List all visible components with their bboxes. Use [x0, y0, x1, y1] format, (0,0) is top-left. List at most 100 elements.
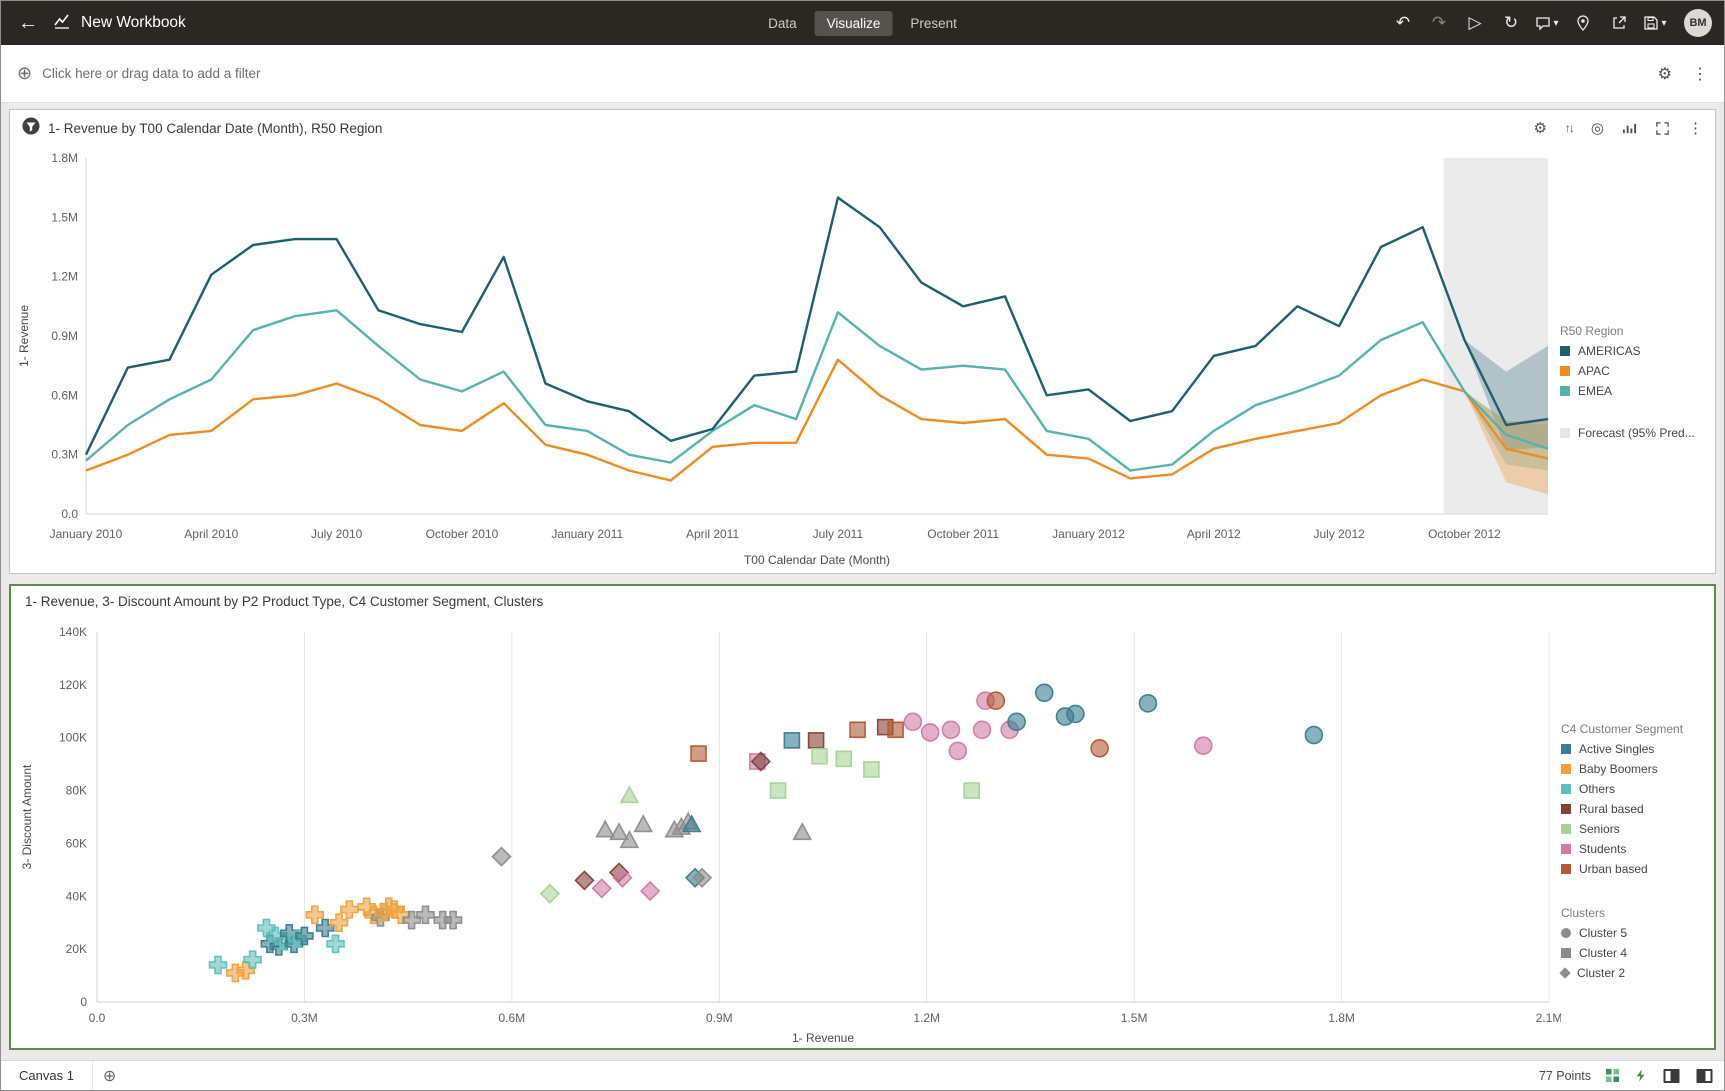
- line-series-apac[interactable]: [86, 360, 1548, 481]
- open-in-new-icon[interactable]: [1604, 15, 1634, 31]
- scatter-point-square[interactable]: [784, 732, 799, 747]
- scatter-point-circle[interactable]: [1067, 705, 1084, 722]
- toggle-right-panel-icon[interactable]: [1695, 1067, 1714, 1085]
- scatter-point-triangle[interactable]: [635, 815, 652, 831]
- pin-icon[interactable]: [1568, 15, 1598, 31]
- scatter-point-plus[interactable]: [306, 906, 323, 923]
- scatter-point-circle[interactable]: [1139, 694, 1156, 711]
- legend-item[interactable]: AMERICAS: [1560, 344, 1704, 358]
- line-chart[interactable]: 0.00.3M0.6M0.9M1.2M1.5M1.8MJanuary 2010A…: [10, 146, 1560, 570]
- legend-item[interactable]: Cluster 4: [1561, 946, 1705, 960]
- viz1-sort-icon[interactable]: ↑↓: [1565, 121, 1573, 135]
- redo-icon[interactable]: ↷: [1424, 13, 1454, 33]
- legend-item[interactable]: Rural based: [1561, 802, 1705, 816]
- svg-text:1.8M: 1.8M: [51, 151, 78, 165]
- scatter-point-square[interactable]: [864, 761, 879, 776]
- legend-item[interactable]: Students: [1561, 842, 1705, 856]
- scatter-point-diamond[interactable]: [593, 879, 611, 897]
- user-avatar[interactable]: BM: [1684, 9, 1712, 37]
- svg-text:1.5M: 1.5M: [51, 210, 78, 224]
- canvas-grid-icon[interactable]: [1605, 1068, 1620, 1083]
- legend-item[interactable]: Cluster 5: [1561, 926, 1705, 940]
- svg-text:January 2011: January 2011: [551, 527, 623, 541]
- viz-line-chart[interactable]: 1- Revenue by T00 Calendar Date (Month),…: [9, 109, 1716, 574]
- scatter-point-diamond[interactable]: [641, 882, 659, 900]
- legend-item[interactable]: Active Singles: [1561, 742, 1705, 756]
- preview-icon[interactable]: ▷: [1460, 13, 1490, 33]
- viz1-maximize-icon[interactable]: [1655, 121, 1670, 136]
- scatter-point-diamond[interactable]: [541, 884, 559, 902]
- refresh-data-icon[interactable]: ↻: [1496, 13, 1526, 33]
- comments-dropdown-icon[interactable]: ▾: [1532, 15, 1562, 31]
- scatter-point-circle[interactable]: [949, 742, 966, 759]
- scatter-point-square[interactable]: [964, 783, 979, 798]
- line-series-emea[interactable]: [86, 310, 1548, 470]
- filter-settings-icon[interactable]: ⚙: [1658, 64, 1672, 84]
- scatter-point-plus[interactable]: [445, 911, 462, 928]
- scatter-point-triangle[interactable]: [794, 823, 811, 839]
- toggle-left-panel-icon[interactable]: [1662, 1067, 1681, 1085]
- scatter-point-square[interactable]: [850, 722, 865, 737]
- scatter-point-circle[interactable]: [1036, 684, 1053, 701]
- viz1-target-icon[interactable]: ◎: [1591, 119, 1604, 137]
- filter-bar-menu-icon[interactable]: ⋮: [1692, 64, 1708, 84]
- scatter-point-circle[interactable]: [1008, 713, 1025, 730]
- legend-swatch-square: [1561, 764, 1571, 774]
- scatter-point-plus[interactable]: [341, 901, 358, 918]
- line-chart-legend: R50 RegionAMERICASAPACEMEAForecast (95% …: [1560, 146, 1710, 573]
- scatter-point-square[interactable]: [812, 748, 827, 763]
- scatter-point-circle[interactable]: [974, 721, 991, 738]
- viz1-menu-icon[interactable]: ⋮: [1688, 119, 1703, 137]
- scatter-point-circle[interactable]: [922, 723, 939, 740]
- svg-text:3- Discount Amount: 3- Discount Amount: [20, 763, 34, 868]
- scatter-point-plus[interactable]: [327, 935, 344, 952]
- scatter-point-circle[interactable]: [1305, 726, 1322, 743]
- scatter-point-square[interactable]: [836, 751, 851, 766]
- add-filter-icon[interactable]: ⊕: [17, 63, 32, 84]
- undo-icon[interactable]: ↶: [1388, 13, 1418, 33]
- scatter-chart[interactable]: 0.00.3M0.6M0.9M1.2M1.5M1.8M2.1M020K40K60…: [11, 618, 1561, 1044]
- tab-data[interactable]: Data: [756, 11, 809, 36]
- scatter-point-plus[interactable]: [210, 956, 227, 973]
- filter-prompt[interactable]: Click here or drag data to add a filter: [42, 66, 260, 81]
- scatter-point-diamond[interactable]: [575, 871, 593, 889]
- add-canvas-icon[interactable]: ⊕: [103, 1066, 116, 1086]
- scatter-point-square[interactable]: [771, 783, 786, 798]
- legend-item[interactable]: Baby Boomers: [1561, 762, 1705, 776]
- scatter-point-circle[interactable]: [904, 713, 921, 730]
- back-button[interactable]: ←: [13, 12, 43, 35]
- legend-item[interactable]: APAC: [1560, 364, 1704, 378]
- legend-item[interactable]: Urban based: [1561, 862, 1705, 876]
- auto-apply-lightning-icon[interactable]: [1634, 1068, 1648, 1083]
- scatter-point-diamond[interactable]: [492, 847, 510, 865]
- legend-item[interactable]: EMEA: [1560, 384, 1704, 398]
- tab-present[interactable]: Present: [898, 11, 969, 36]
- legend-item[interactable]: Others: [1561, 782, 1705, 796]
- scatter-point-square[interactable]: [809, 732, 824, 747]
- tab-visualize[interactable]: Visualize: [815, 11, 893, 36]
- scatter-point-circle[interactable]: [942, 721, 959, 738]
- scatter-point-square[interactable]: [691, 746, 706, 761]
- filter-indicator-icon[interactable]: [22, 117, 40, 140]
- svg-text:January 2012: January 2012: [1052, 527, 1125, 541]
- svg-text:1.2M: 1.2M: [913, 1011, 940, 1025]
- scatter-point-circle[interactable]: [987, 692, 1004, 709]
- legend-item[interactable]: Cluster 2: [1561, 966, 1705, 980]
- save-dropdown-icon[interactable]: ▾: [1640, 15, 1670, 31]
- viz-scatter-chart[interactable]: 1- Revenue, 3- Discount Amount by P2 Pro…: [9, 584, 1716, 1051]
- legend-label: APAC: [1578, 364, 1610, 378]
- canvas-tab[interactable]: Canvas 1: [1, 1061, 93, 1090]
- scatter-point-circle[interactable]: [1091, 739, 1108, 756]
- scatter-point-triangle[interactable]: [621, 786, 638, 802]
- scatter-point-square[interactable]: [888, 722, 903, 737]
- legend-item[interactable]: Forecast (95% Pred...: [1560, 426, 1704, 440]
- scatter-point-triangle[interactable]: [611, 823, 628, 839]
- filter-bar[interactable]: ⊕ Click here or drag data to add a filte…: [1, 45, 1724, 103]
- line-series-americas[interactable]: [86, 198, 1548, 455]
- legend-swatch-square: [1561, 948, 1571, 958]
- scatter-point-circle[interactable]: [1195, 737, 1212, 754]
- viz1-settings-icon[interactable]: ⚙: [1533, 119, 1546, 137]
- legend-item[interactable]: Seniors: [1561, 822, 1705, 836]
- viz1-chart-type-icon[interactable]: [1622, 121, 1637, 136]
- scatter-point-triangle[interactable]: [597, 821, 614, 837]
